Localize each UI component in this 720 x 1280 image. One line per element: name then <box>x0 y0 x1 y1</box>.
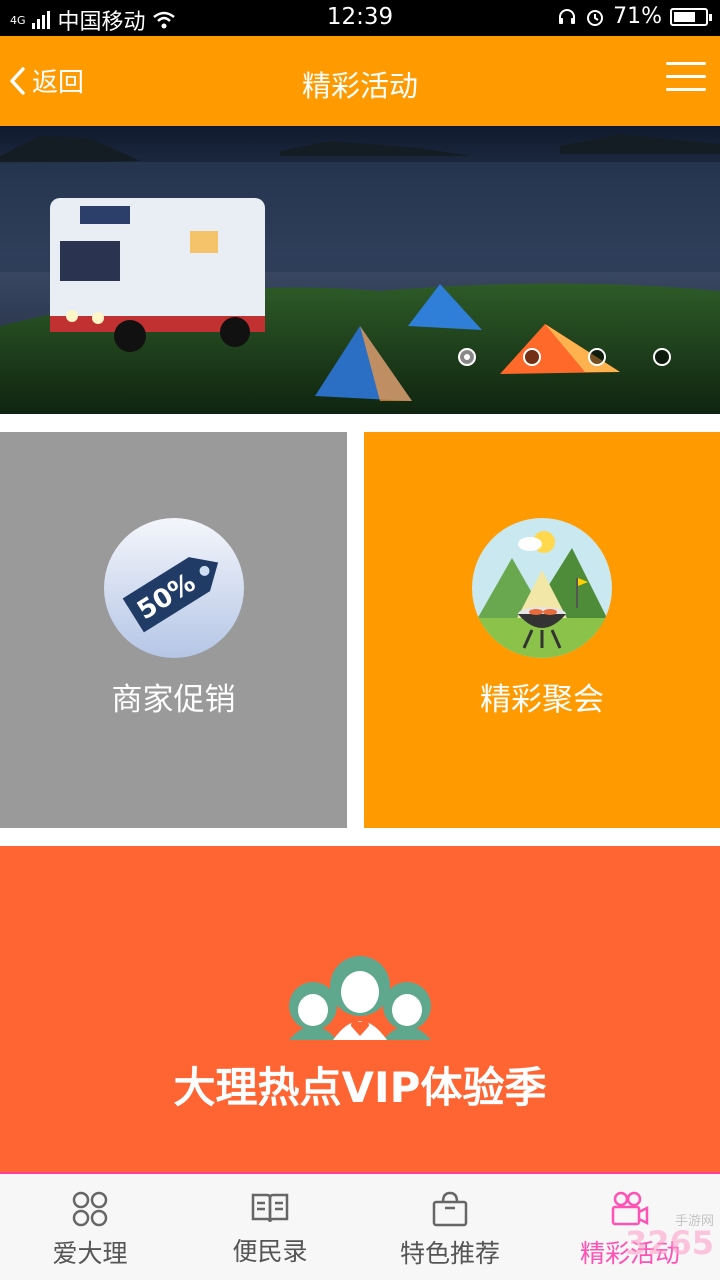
party-tile[interactable]: 精彩聚会 <box>364 432 720 828</box>
video-camera-icon <box>611 1191 649 1226</box>
bbq-camp-icon <box>472 518 612 658</box>
alarm-icon <box>587 9 604 26</box>
people-group-icon <box>289 956 431 1040</box>
nav-label: 特色推荐 <box>399 1239 500 1268</box>
battery-percent: 71% <box>613 4 662 29</box>
carousel-dot[interactable] <box>588 348 606 366</box>
carousel-dot[interactable] <box>653 348 671 366</box>
rv-shape <box>50 198 265 352</box>
nav-label: 便民录 <box>232 1237 308 1266</box>
merchant-promo-label: 商家促销 <box>111 682 236 718</box>
watermark-subtext: 手游网 <box>674 1214 714 1229</box>
vip-season-label: 大理热点VIP体验季 <box>173 1063 547 1112</box>
carousel-dot[interactable] <box>458 348 476 366</box>
nav-item-featured[interactable]: 特色推荐 <box>360 1174 540 1280</box>
nav-item-directory[interactable]: 便民录 <box>180 1174 360 1280</box>
carousel-dot[interactable] <box>523 348 541 366</box>
book-icon <box>251 1193 289 1223</box>
banner-carousel[interactable] <box>0 126 720 414</box>
nav-item-love-dali[interactable]: 爱大理 <box>0 1174 180 1280</box>
four-petal-icon <box>72 1191 108 1227</box>
watermark-logo: 手游网 3265 <box>624 1214 714 1262</box>
bottom-nav: 爱大理 便民录 特色推荐 精彩活动 <box>0 1172 720 1280</box>
watermark-text: 3265 <box>624 1224 714 1262</box>
app-header: 返回 精彩活动 <box>0 36 720 126</box>
status-right: 71% <box>557 4 712 29</box>
vip-season-tile[interactable]: 大理热点VIP体验季 <box>0 846 720 1172</box>
status-bar: 4G 中国移动 12:39 71% <box>0 0 720 36</box>
headset-icon <box>559 8 576 24</box>
menu-icon[interactable] <box>666 62 706 96</box>
nav-label: 爱大理 <box>52 1239 128 1268</box>
merchant-promo-tile[interactable]: 50% 商家促销 <box>0 432 347 828</box>
discount-tag-icon: 50% <box>103 518 244 658</box>
battery-icon <box>670 7 712 26</box>
banner-image <box>0 126 720 414</box>
shopping-bag-icon <box>432 1191 468 1227</box>
party-label: 精彩聚会 <box>480 682 604 718</box>
page-title: 精彩活动 <box>301 69 418 103</box>
carousel-dots <box>458 348 671 366</box>
